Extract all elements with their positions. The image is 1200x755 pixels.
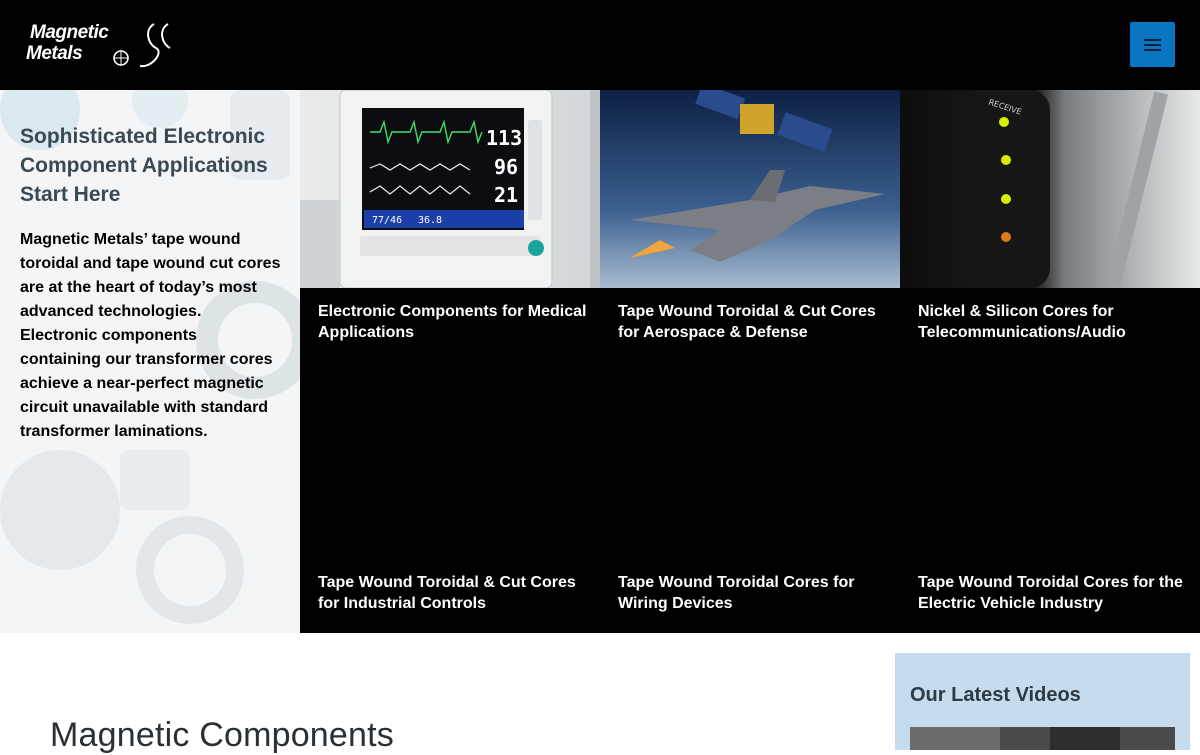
monitor-bp: 77/46: [372, 215, 402, 226]
tile-medical[interactable]: 113 96 21 77/46 36.8 Electronic Componen…: [300, 90, 600, 361]
applications-grid: 113 96 21 77/46 36.8 Electronic Componen…: [300, 90, 1200, 633]
video-thumbnail[interactable]: [910, 727, 1175, 750]
magnetic-metals-logo[interactable]: Magnetic Metals: [26, 20, 172, 72]
tile-caption: Tape Wound Toroidal & Cut Cores for Aero…: [618, 303, 876, 341]
tile-caption: Electronic Components for Medical Applic…: [318, 303, 587, 341]
hamburger-icon-bar: [1144, 49, 1161, 51]
tile-caption: Tape Wound Toroidal Cores for Wiring Dev…: [618, 574, 855, 612]
modem-leds-image: RECEIVE: [900, 90, 1200, 288]
monitor-value-top: 113: [486, 126, 522, 150]
latest-videos-panel: Our Latest Videos: [895, 653, 1190, 750]
monitor-temp: 36.8: [418, 215, 442, 226]
tile-caption: Tape Wound Toroidal & Cut Cores for Indu…: [318, 574, 576, 612]
tile-telecom[interactable]: RECEIVE Nickel & Silicon Cores for Telec…: [900, 90, 1200, 361]
monitor-value-mid: 96: [494, 155, 518, 179]
section-title: Magnetic Components: [50, 716, 394, 754]
tile-caption: Tape Wound Toroidal Cores for the Electr…: [918, 574, 1183, 612]
intro-heading: Sophisticated Electronic Component Appli…: [20, 125, 268, 206]
hamburger-icon-bar: [1144, 44, 1161, 46]
tile-caption: Nickel & Silicon Cores for Telecommunica…: [918, 303, 1126, 341]
site-header: Magnetic Metals: [0, 0, 1200, 90]
tile-aerospace[interactable]: Tape Wound Toroidal & Cut Cores for Aero…: [600, 90, 900, 361]
tile-electric-vehicle[interactable]: Tape Wound Toroidal Cores for the Electr…: [900, 361, 1200, 632]
tile-wiring-devices[interactable]: Tape Wound Toroidal Cores for Wiring Dev…: [600, 361, 900, 632]
tile-industrial-controls[interactable]: Tape Wound Toroidal & Cut Cores for Indu…: [300, 361, 600, 632]
latest-videos-heading: Our Latest Videos: [910, 684, 1081, 706]
menu-button[interactable]: [1130, 22, 1175, 67]
jet-satellite-image: [600, 90, 900, 288]
intro-body: Magnetic Metals’ tape wound toroidal and…: [20, 231, 281, 440]
intro-panel: Sophisticated Electronic Component Appli…: [0, 90, 300, 633]
medical-monitor-image: 113 96 21 77/46 36.8: [300, 90, 600, 288]
logo-swoosh-icon: [113, 23, 171, 68]
hamburger-icon: [1144, 39, 1161, 41]
monitor-value-bot: 21: [494, 183, 518, 207]
